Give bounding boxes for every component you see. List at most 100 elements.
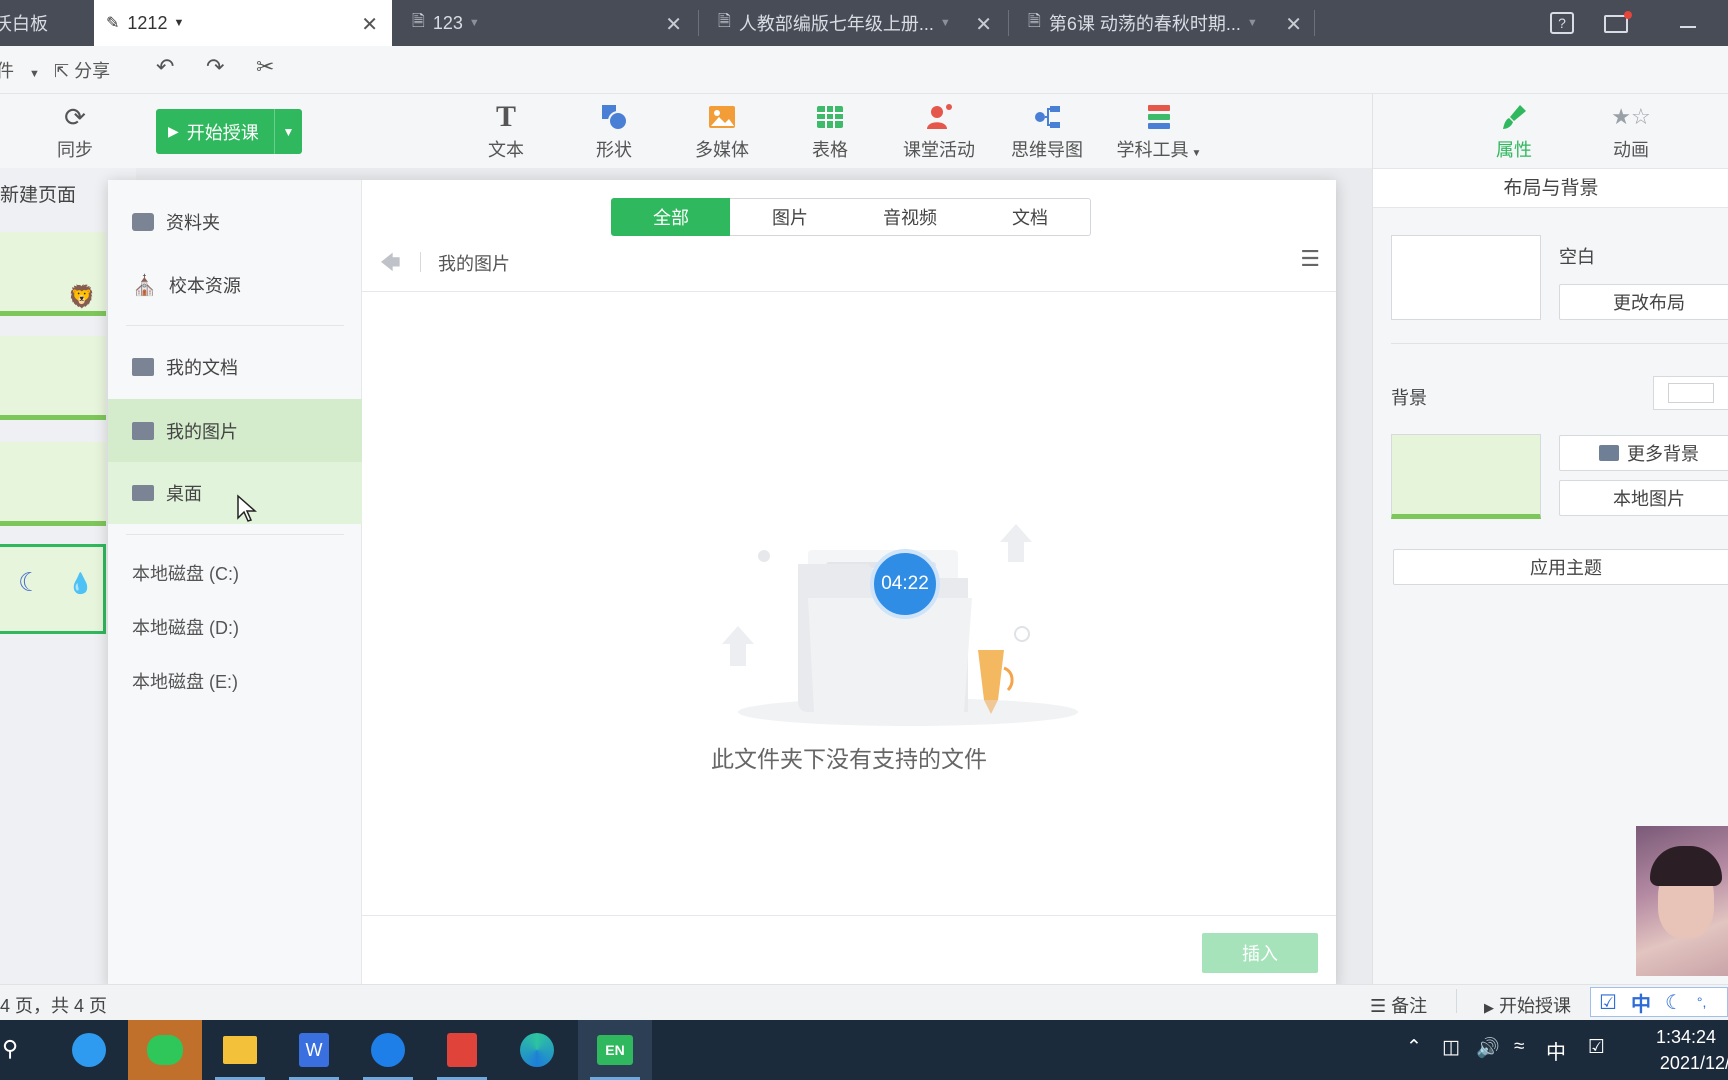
notification-check-icon[interactable]: ☑ — [1588, 1036, 1605, 1059]
taskbar-app-explorer[interactable] — [203, 1020, 277, 1080]
chevron-down-icon[interactable]: ▼ — [173, 17, 184, 29]
apply-theme-button[interactable]: 应用主题 — [1393, 549, 1728, 585]
change-layout-button[interactable]: 更改布局 — [1559, 284, 1728, 320]
dialog-sidebar: 资料夹 ⛪ 校本资源 我的文档 我的图片 桌面 本地磁盘 (C:) 本地磁盘 (… — [108, 180, 362, 988]
tool-classroom-activity[interactable]: 课堂活动 — [893, 102, 985, 162]
background-preview[interactable] — [1391, 434, 1541, 519]
subject-tools-icon — [1109, 102, 1209, 132]
start-teaching-button[interactable]: ▶ 开始授课 ▼ — [156, 109, 302, 154]
tab-lesson6[interactable]: 🗎 第6课 动荡的春秋时期... ▼ ✕ — [1016, 0, 1316, 46]
play-icon: ▶ — [1484, 1000, 1494, 1015]
sidebar-item-my-documents[interactable]: 我的文档 — [108, 336, 362, 398]
undo-icon[interactable]: ↶ — [156, 54, 174, 80]
ime-indicator[interactable]: 中 — [1546, 1036, 1566, 1065]
taskbar-app-easinote[interactable]: EN — [578, 1020, 652, 1080]
start-teaching-status-button[interactable]: ▶ 开始授课 — [1484, 992, 1571, 1018]
tool-mindmap[interactable]: 思维导图 — [1001, 102, 1093, 162]
background-color-picker[interactable] — [1653, 376, 1728, 410]
slide-thumbnail-selected[interactable]: ☾ 💧 — [0, 544, 106, 634]
tab-1212[interactable]: ✎ 1212 ▼ ✕ — [94, 0, 392, 46]
insert-button[interactable]: 插入 — [1202, 933, 1318, 973]
wifi-icon[interactable]: ≈ — [1514, 1036, 1524, 1058]
empty-folder-illustration — [722, 524, 1078, 726]
tool-table[interactable]: 表格 — [785, 102, 875, 162]
sidebar-item-resource-folder[interactable]: 资料夹 — [108, 191, 362, 253]
tool-subject-tools[interactable]: 学科工具 ▼ — [1109, 102, 1209, 162]
multimedia-icon — [677, 102, 767, 132]
start-dropdown-button[interactable]: ▼ — [274, 109, 302, 154]
tab-animation[interactable]: ★☆ 动画 — [1581, 102, 1681, 162]
taskbar-app-pdf[interactable] — [425, 1020, 499, 1080]
taskbar-app-dingtalk[interactable] — [351, 1020, 425, 1080]
back-arrow-icon[interactable]: 🡄 — [380, 248, 401, 282]
scissors-icon[interactable]: ✂ — [256, 54, 274, 80]
sidebar-item-my-pictures[interactable]: 我的图片 — [108, 399, 362, 462]
mail-icon[interactable] — [1604, 11, 1632, 33]
local-image-button[interactable]: 本地图片 — [1559, 480, 1728, 516]
word-doc-icon: W — [299, 1033, 329, 1067]
layout-preview[interactable] — [1391, 235, 1541, 320]
tab-label: 属性 — [1496, 140, 1532, 160]
image-icon — [132, 421, 154, 440]
tab-app-home[interactable]: 沃白板 — [0, 0, 94, 46]
disk-e[interactable]: 本地磁盘 (E:) — [132, 668, 238, 694]
webcam-hair — [1650, 846, 1722, 886]
background-label: 背景 — [1391, 388, 1427, 408]
taskbar-app-wechat[interactable] — [128, 1020, 202, 1080]
ime-language[interactable]: 中 — [1631, 988, 1651, 1017]
system-clock[interactable]: 1:34:24 2021/12/1 — [1630, 1024, 1728, 1076]
chevron-down-icon[interactable]: ▼ — [1247, 17, 1258, 29]
minimize-icon[interactable] — [1680, 26, 1696, 28]
sidebar-item-school-resources[interactable]: ⛪ 校本资源 — [108, 254, 362, 316]
chevron-down-icon[interactable]: ▼ — [469, 17, 480, 29]
close-icon[interactable]: ✕ — [361, 12, 378, 37]
close-icon[interactable]: ✕ — [665, 12, 682, 37]
show-hidden-icons[interactable]: ⌃ — [1406, 1036, 1422, 1059]
filter-documents[interactable]: 文档 — [970, 198, 1091, 236]
taskbar-app-feishu[interactable] — [52, 1020, 126, 1080]
sync-label: 同步 — [57, 140, 93, 160]
close-icon[interactable]: ✕ — [1285, 12, 1302, 37]
taskbar-app-wps[interactable]: W — [277, 1020, 351, 1080]
sidebar-item-desktop[interactable]: 桌面 — [108, 462, 362, 524]
tab-properties[interactable]: 属性 — [1464, 102, 1564, 162]
slide-thumbnail[interactable] — [0, 336, 106, 420]
share-button[interactable]: ⇱ 分享 — [54, 57, 110, 83]
ime-logo-icon[interactable]: ☑ — [1599, 990, 1617, 1015]
tab-textbook[interactable]: 🗎 人教部编版七年级上册... ▼ ✕ — [706, 0, 1006, 46]
notes-button[interactable]: ☰ 备注 — [1370, 992, 1427, 1018]
slide-thumbnail[interactable] — [0, 442, 106, 526]
tab-divider — [698, 10, 699, 36]
disk-d[interactable]: 本地磁盘 (D:) — [132, 614, 239, 640]
moon-icon[interactable]: ☾ — [1665, 990, 1683, 1015]
file-menu[interactable]: 件 ▼ — [0, 57, 40, 83]
taskbar-app-edge[interactable] — [500, 1020, 574, 1080]
tab-123[interactable]: 🗎 123 ▼ ✕ — [400, 0, 696, 46]
filter-all[interactable]: 全部 — [611, 198, 731, 236]
more-backgrounds-button[interactable]: 更多背景 — [1559, 435, 1728, 471]
close-icon[interactable]: ✕ — [975, 12, 992, 37]
filter-audio-video[interactable]: 音视频 — [850, 198, 971, 236]
help-icon[interactable]: ? — [1550, 12, 1574, 34]
notification-dot — [1624, 11, 1632, 19]
list-view-icon[interactable]: ☰ — [1300, 246, 1320, 272]
battery-icon[interactable]: ◫ — [1442, 1036, 1460, 1059]
redo-icon[interactable]: ↷ — [206, 54, 224, 80]
easinote-icon: EN — [597, 1035, 633, 1065]
volume-icon[interactable]: 🔊 — [1476, 1036, 1500, 1060]
insert-media-dialog: 资料夹 ⛪ 校本资源 我的文档 我的图片 桌面 本地磁盘 (C:) 本地磁盘 (… — [108, 180, 1336, 988]
ime-toolbar: ☑ 中 ☾ °, — [1590, 987, 1728, 1017]
document-icon: 🗎 — [412, 12, 425, 30]
search-icon[interactable]: ⚲ — [2, 1036, 18, 1062]
new-page-button[interactable]: 新建页面 — [0, 180, 76, 207]
filter-images[interactable]: 图片 — [730, 198, 851, 236]
slide-thumbnail[interactable]: 🦁 — [0, 232, 106, 316]
tool-shape[interactable]: 形状 — [569, 102, 659, 162]
punctuation-icon[interactable]: °, — [1697, 994, 1707, 1010]
tool-label: 形状 — [596, 140, 632, 160]
disk-c[interactable]: 本地磁盘 (C:) — [132, 560, 239, 586]
tool-text[interactable]: T 文本 — [461, 100, 551, 162]
tool-multimedia[interactable]: 多媒体 — [677, 102, 767, 162]
chevron-down-icon[interactable]: ▼ — [940, 17, 951, 29]
sync-button[interactable]: ⟳ 同步 — [30, 102, 120, 162]
